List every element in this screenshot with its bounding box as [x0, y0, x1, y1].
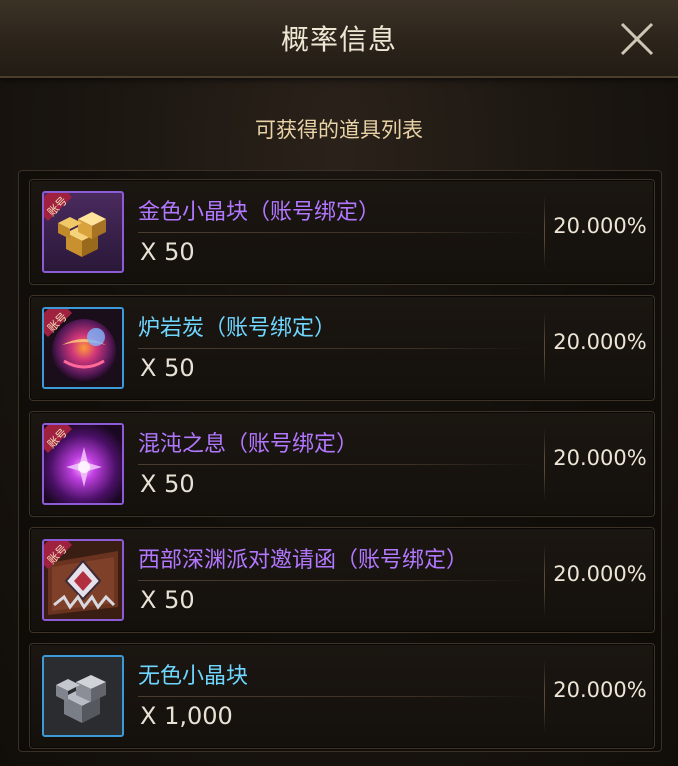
probability-info-dialog: 概率信息 可获得的道具列表 账号 金色小晶块（账号绑定） X 50 20.000…: [0, 0, 678, 766]
item-name: 混沌之息（账号绑定）: [138, 432, 359, 457]
item-probability: 20.000%: [553, 678, 647, 702]
list-item: 账号 混沌之息（账号绑定） X 50 20.000%: [29, 411, 655, 517]
item-list-heading: 可获得的道具列表: [255, 118, 423, 142]
item-list: 账号 金色小晶块（账号绑定） X 50 20.000% 账号 炉岩炭（账号绑定）…: [18, 170, 662, 752]
list-item: 无色小晶块 X 1,000 20.000%: [29, 643, 655, 749]
gold-crystal-blocks-icon: [44, 193, 122, 271]
divider: [544, 660, 545, 732]
item-quantity: X 50: [140, 586, 195, 614]
item-icon-frame[interactable]: [42, 655, 124, 737]
item-icon-frame[interactable]: 账号: [42, 307, 124, 389]
item-name: 西部深渊派对邀请函（账号绑定）: [138, 548, 469, 573]
lava-coal-orb-icon: [44, 309, 122, 387]
item-probability: 20.000%: [553, 330, 647, 354]
item-name: 炉岩炭（账号绑定）: [138, 316, 337, 341]
dialog-title: 概率信息: [280, 23, 397, 56]
item-probability: 20.000%: [553, 214, 647, 238]
divider: [138, 464, 536, 465]
divider: [138, 348, 536, 349]
close-icon: [620, 22, 654, 56]
item-name: 无色小晶块: [138, 664, 249, 689]
item-quantity: X 50: [140, 238, 195, 266]
divider: [138, 232, 536, 233]
colorless-crystal-blocks-icon: [44, 657, 122, 735]
chaos-breath-icon: [44, 425, 122, 503]
item-name: 金色小晶块（账号绑定）: [138, 200, 381, 225]
item-quantity: X 1,000: [140, 702, 233, 730]
item-icon-frame[interactable]: 账号: [42, 423, 124, 505]
invitation-letter-icon: [44, 541, 122, 619]
divider: [544, 196, 545, 268]
item-probability: 20.000%: [553, 446, 647, 470]
item-quantity: X 50: [140, 470, 195, 498]
divider: [544, 544, 545, 616]
list-item: 账号 西部深渊派对邀请函（账号绑定） X 50 20.000%: [29, 527, 655, 633]
item-quantity: X 50: [140, 354, 195, 382]
divider: [138, 580, 536, 581]
list-item: 账号 金色小晶块（账号绑定） X 50 20.000%: [29, 179, 655, 285]
item-probability: 20.000%: [553, 562, 647, 586]
close-button[interactable]: [612, 14, 662, 64]
item-icon-frame[interactable]: 账号: [42, 539, 124, 621]
dialog-header: 概率信息: [0, 0, 678, 78]
item-icon-frame[interactable]: 账号: [42, 191, 124, 273]
divider: [544, 428, 545, 500]
divider: [544, 312, 545, 384]
divider: [138, 696, 536, 697]
list-item: 账号 炉岩炭（账号绑定） X 50 20.000%: [29, 295, 655, 401]
